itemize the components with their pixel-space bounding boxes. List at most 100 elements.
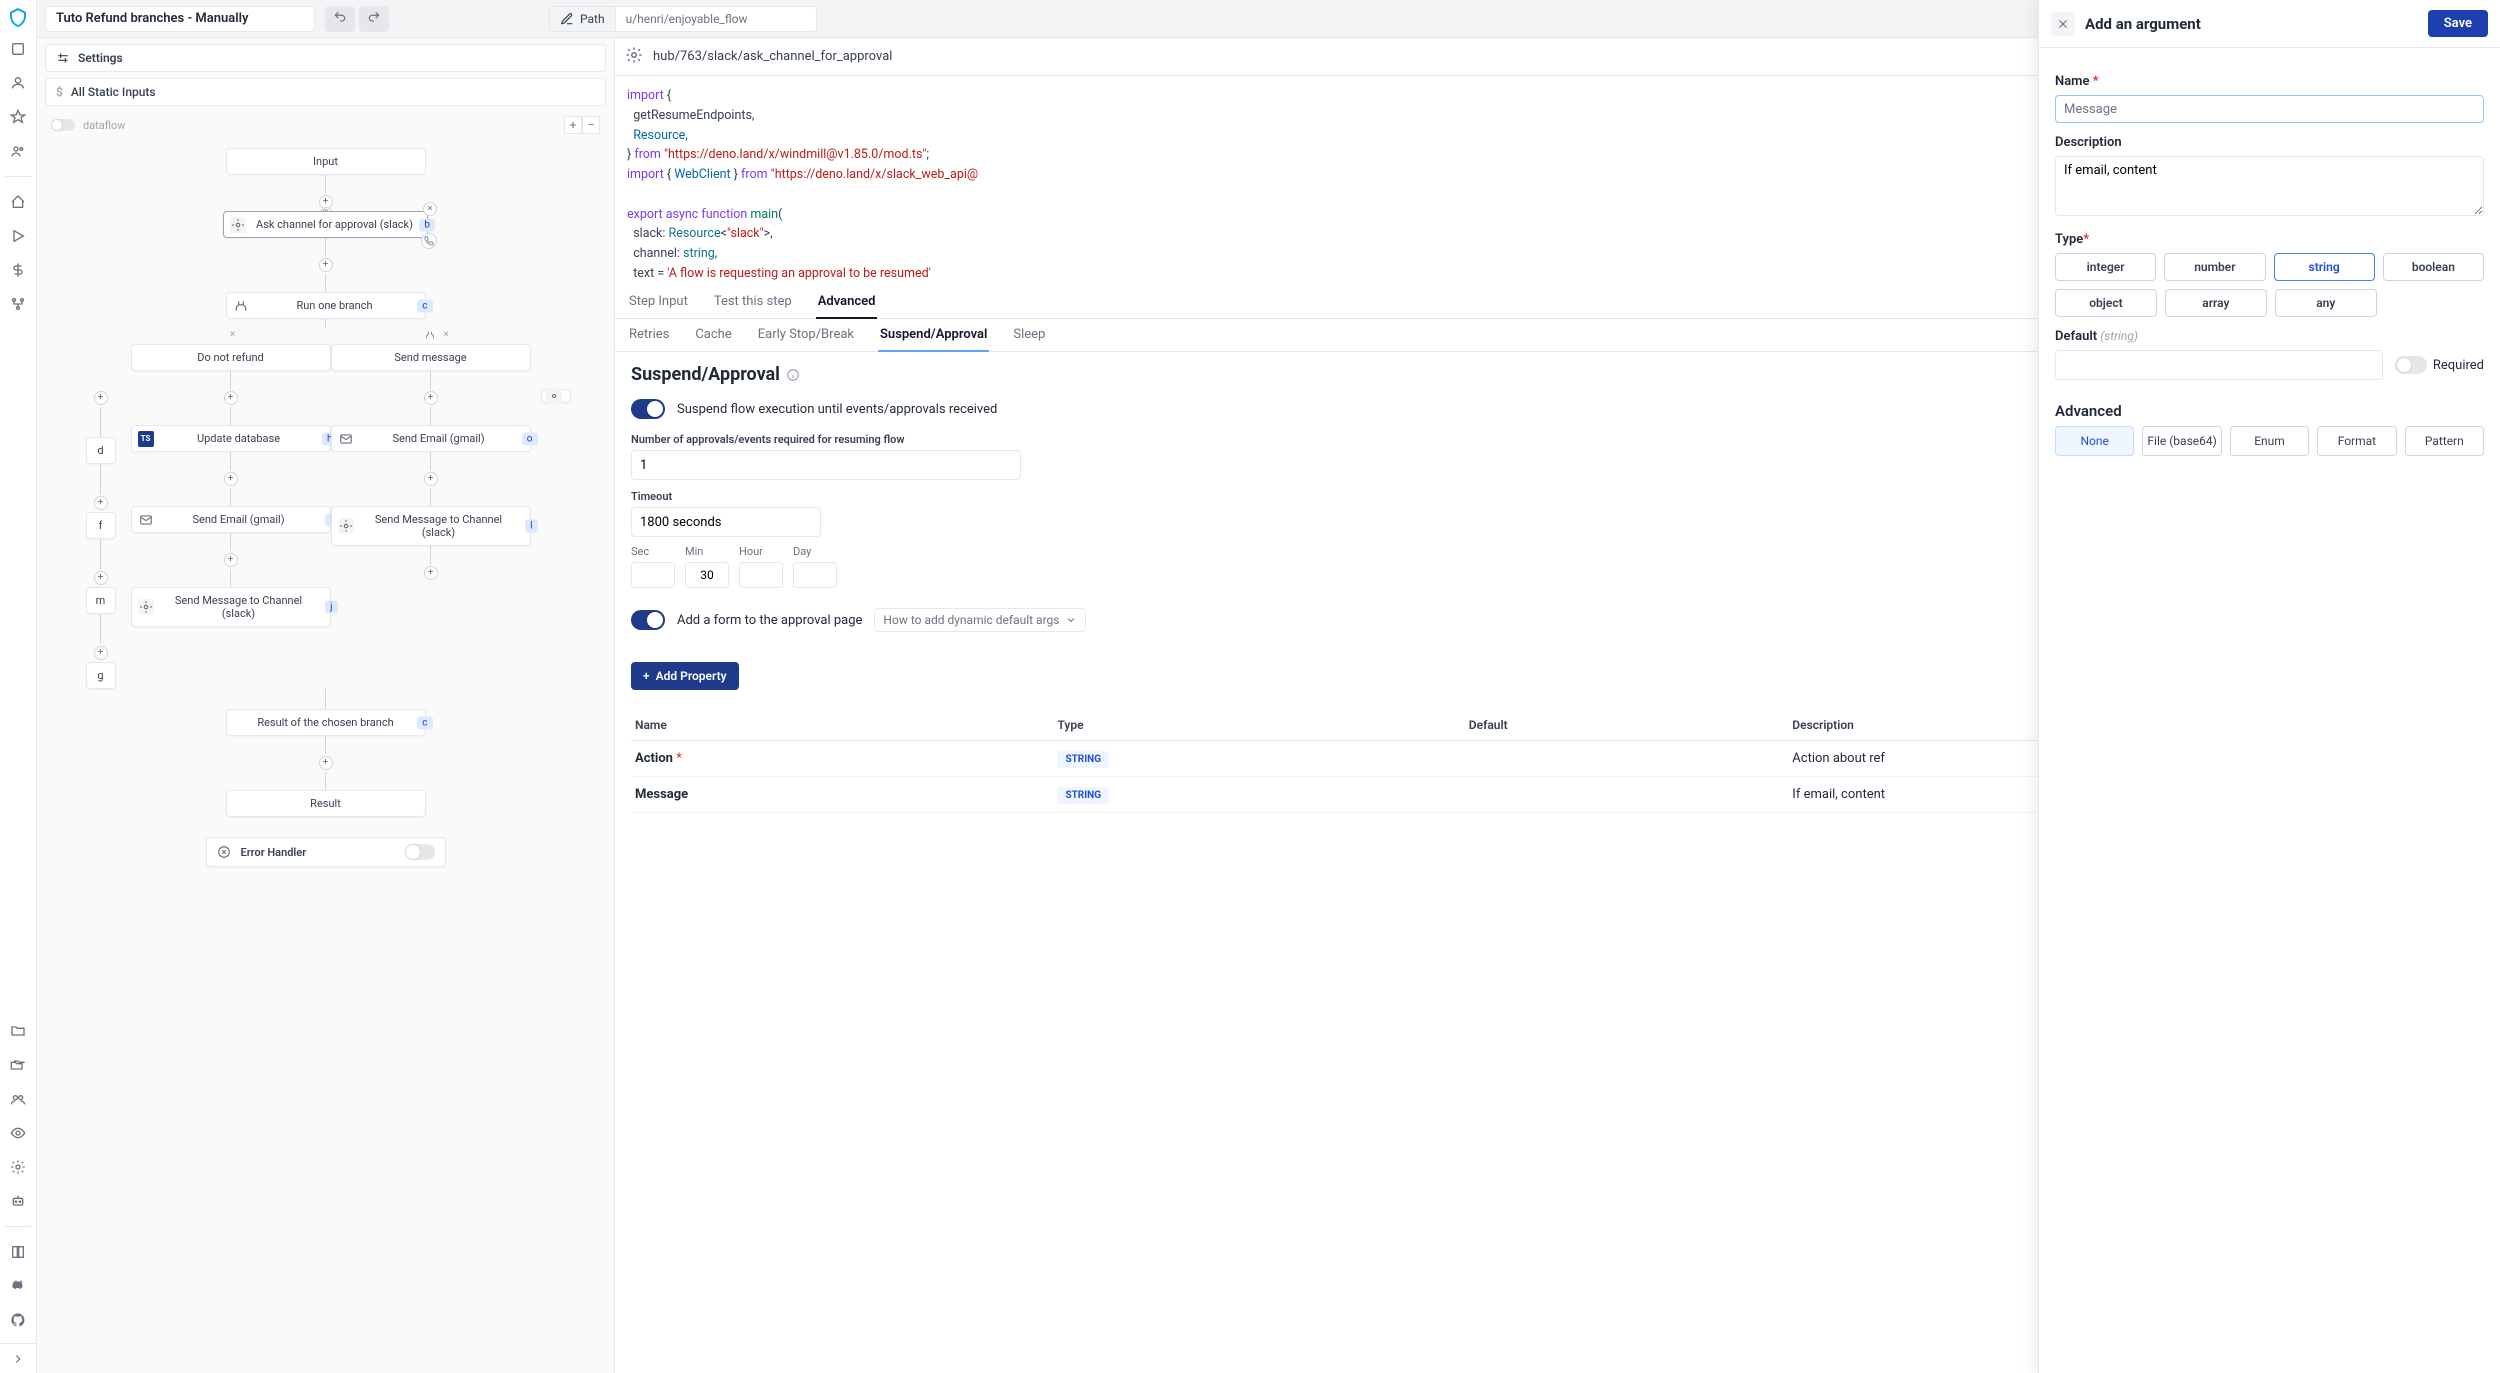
suspend-desc: Suspend flow execution until events/appr… xyxy=(677,402,997,417)
node-g[interactable]: g xyxy=(86,662,116,689)
approvals-input[interactable] xyxy=(631,450,1021,480)
day-input[interactable] xyxy=(793,562,837,588)
tab-advanced[interactable]: Advanced xyxy=(816,286,878,319)
dataflow-toggle[interactable] xyxy=(51,119,75,131)
nav-dollar-icon[interactable] xyxy=(0,255,36,285)
nav-play-icon[interactable] xyxy=(0,221,36,251)
error-handler-row: Error Handler xyxy=(206,837,446,867)
node-result[interactable]: Result xyxy=(226,790,426,817)
undo-button[interactable] xyxy=(325,6,355,32)
zoom-out-button[interactable]: − xyxy=(582,116,600,134)
close-drawer-button[interactable] xyxy=(2051,12,2075,36)
required-toggle[interactable] xyxy=(2395,356,2427,374)
nav-eye-icon[interactable] xyxy=(0,1118,36,1148)
subtab-suspend[interactable]: Suspend/Approval xyxy=(878,319,989,352)
drawer-title: Add an argument xyxy=(2085,15,2201,33)
type-object[interactable]: object xyxy=(2055,289,2157,317)
default-args-hint[interactable]: How to add dynamic default args xyxy=(874,608,1086,632)
tab-test-step[interactable]: Test this step xyxy=(712,286,794,318)
node-input[interactable]: Input xyxy=(226,148,426,175)
add-step-button[interactable]: + xyxy=(319,258,333,272)
adv-enum[interactable]: Enum xyxy=(2230,426,2309,456)
add-form-label: Add a form to the approval page xyxy=(677,613,862,628)
type-string[interactable]: string xyxy=(2274,253,2375,281)
subtab-early-stop[interactable]: Early Stop/Break xyxy=(756,319,856,351)
close-icon[interactable]: × xyxy=(230,329,235,340)
flow-title[interactable]: Tuto Refund branches - Manually xyxy=(45,6,315,32)
type-integer[interactable]: integer xyxy=(2055,253,2156,281)
zoom-in-button[interactable]: + xyxy=(564,116,582,134)
add-property-button[interactable]: + Add Property xyxy=(631,662,739,690)
adv-file[interactable]: File (base64) xyxy=(2142,426,2221,456)
nav-group-icon[interactable] xyxy=(0,1084,36,1114)
subtab-sleep[interactable]: Sleep xyxy=(1011,319,1047,351)
subtab-cache[interactable]: Cache xyxy=(693,319,733,351)
nav-house-icon[interactable] xyxy=(0,187,36,217)
error-handler-toggle[interactable] xyxy=(405,844,435,860)
nav-folders-icon[interactable] xyxy=(0,1050,36,1080)
nav-users-icon[interactable] xyxy=(0,136,36,166)
type-array[interactable]: array xyxy=(2165,289,2267,317)
node-m[interactable]: m xyxy=(86,587,116,614)
path-box: Path u/henri/enjoyable_flow xyxy=(549,6,817,32)
nav-discord-icon[interactable] xyxy=(0,1271,36,1301)
node-run-one-branch[interactable]: Run one branch c xyxy=(226,292,426,319)
type-boolean[interactable]: boolean xyxy=(2383,253,2484,281)
nav-gear-icon[interactable] xyxy=(0,1152,36,1182)
node-partial-right[interactable] xyxy=(541,389,571,403)
dataflow-label: dataflow xyxy=(83,119,126,132)
add-form-toggle[interactable] xyxy=(631,610,665,630)
node-send-email-gmail[interactable]: Send Email (gmail) o xyxy=(331,425,531,452)
flow-canvas[interactable]: Input + ⊕ Ask channel for approval (slac… xyxy=(37,138,614,1373)
node-send-message[interactable]: Send message xyxy=(331,344,531,371)
sec-input[interactable] xyxy=(631,562,675,588)
remove-node-button[interactable]: × xyxy=(423,202,437,216)
node-send-slack2[interactable]: Send Message to Channel (slack) j xyxy=(131,587,331,627)
nav-robot-icon[interactable] xyxy=(0,1186,36,1216)
node-update-db[interactable]: TS Update database h xyxy=(131,425,331,452)
node-f[interactable]: f xyxy=(86,512,116,539)
suspend-toggle[interactable] xyxy=(631,399,665,419)
timeout-input[interactable] xyxy=(631,507,821,537)
subtab-retries[interactable]: Retries xyxy=(627,319,671,351)
adv-none[interactable]: None xyxy=(2055,426,2134,456)
app-logo[interactable] xyxy=(6,6,30,30)
type-any[interactable]: any xyxy=(2275,289,2377,317)
arg-name-input[interactable] xyxy=(2055,95,2484,123)
nav-book-icon[interactable] xyxy=(0,1237,36,1267)
node-d[interactable]: d xyxy=(86,437,116,464)
static-inputs-button[interactable]: $ All Static Inputs xyxy=(45,78,606,106)
type-selector: integer number string boolean xyxy=(2055,253,2484,281)
nav-star-icon[interactable] xyxy=(0,102,36,132)
node-result-branch[interactable]: Result of the chosen branch c xyxy=(226,709,426,736)
settings-button[interactable]: Settings xyxy=(45,44,606,72)
nav-folder-icon[interactable] xyxy=(0,1016,36,1046)
tab-step-input[interactable]: Step Input xyxy=(627,286,690,318)
nav-github-icon[interactable] xyxy=(0,1305,36,1335)
adv-pattern[interactable]: Pattern xyxy=(2405,426,2484,456)
default-input[interactable] xyxy=(2055,350,2383,380)
node-send-slack[interactable]: Send Message to Channel (slack) l xyxy=(331,506,531,546)
node-do-not-refund[interactable]: Do not refund xyxy=(131,344,331,371)
argument-drawer: Add an argument Save Name * Description … xyxy=(2038,0,2500,1373)
phone-icon[interactable] xyxy=(421,233,437,249)
path-edit-button[interactable]: Path xyxy=(550,7,616,31)
nav-home-icon[interactable] xyxy=(0,34,36,64)
path-value: u/henri/enjoyable_flow xyxy=(616,12,816,26)
hub-path: hub/763/slack/ask_channel_for_approval xyxy=(653,49,892,64)
min-input[interactable] xyxy=(685,562,729,588)
path-label: Path xyxy=(580,12,605,26)
gear-icon[interactable] xyxy=(625,46,643,68)
type-number[interactable]: number xyxy=(2164,253,2265,281)
node-ask-channel[interactable]: Ask channel for approval (slack) b × xyxy=(223,211,428,238)
close-icon[interactable]: × xyxy=(443,329,448,340)
nav-tree-icon[interactable] xyxy=(0,289,36,319)
node-send-email[interactable]: Send Email (gmail) i xyxy=(131,506,331,533)
save-button[interactable]: Save xyxy=(2428,10,2488,37)
redo-button[interactable] xyxy=(359,6,389,32)
sidebar-collapse[interactable] xyxy=(0,1343,36,1373)
adv-format[interactable]: Format xyxy=(2317,426,2396,456)
hour-input[interactable] xyxy=(739,562,783,588)
arg-description-input[interactable] xyxy=(2055,156,2484,216)
nav-user-icon[interactable] xyxy=(0,68,36,98)
